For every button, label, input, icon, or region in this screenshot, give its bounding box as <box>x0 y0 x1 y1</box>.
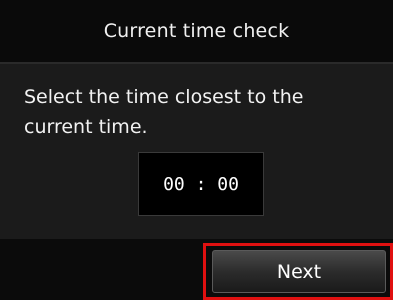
title-bar: Current time check <box>0 0 393 64</box>
instruction-text: Select the time closest to the current t… <box>24 86 304 138</box>
next-button[interactable]: Next <box>212 250 386 293</box>
next-button-label: Next <box>276 260 322 283</box>
device-screen: Current time check Select the time close… <box>0 0 393 300</box>
time-value: 00 : 00 <box>163 173 239 195</box>
content-panel: Select the time closest to the current t… <box>0 64 393 239</box>
time-selector[interactable]: 00 : 00 <box>138 152 264 216</box>
screen-title: Current time check <box>103 20 290 42</box>
